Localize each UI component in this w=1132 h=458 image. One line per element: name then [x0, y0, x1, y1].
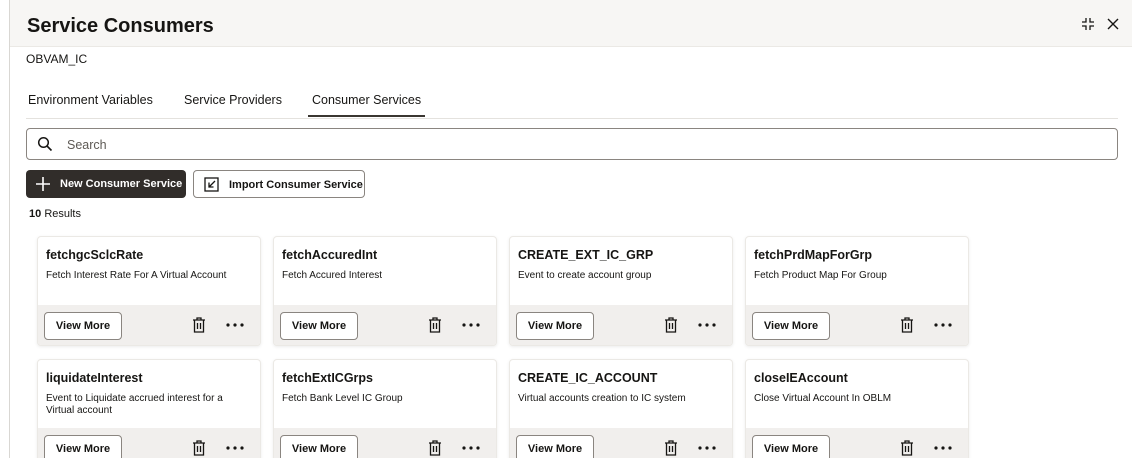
trash-icon[interactable]: [428, 440, 442, 456]
view-more-button[interactable]: View More: [516, 435, 594, 458]
trash-icon[interactable]: [664, 317, 678, 333]
search-box[interactable]: [26, 128, 1118, 160]
card-footer: View More: [746, 428, 968, 458]
left-border: [9, 0, 10, 458]
trash-icon[interactable]: [428, 317, 442, 333]
card-footer: View More: [510, 305, 732, 345]
close-icon[interactable]: [1105, 16, 1121, 32]
trash-icon[interactable]: [192, 317, 206, 333]
new-consumer-service-label: New Consumer Service: [60, 178, 183, 190]
card-description: Fetch Bank Level IC Group: [282, 393, 403, 404]
card-footer: View More: [746, 305, 968, 345]
service-card: fetchExtICGrps Fetch Bank Level IC Group…: [273, 359, 497, 458]
search-icon: [37, 136, 53, 152]
view-more-button[interactable]: View More: [280, 435, 358, 458]
card-description: Event to Liquidate accrued interest for …: [46, 393, 223, 416]
card-footer: View More: [274, 428, 496, 458]
trash-icon[interactable]: [664, 440, 678, 456]
card-footer: View More: [38, 305, 260, 345]
more-icon[interactable]: [934, 446, 952, 450]
plus-icon: [36, 177, 50, 191]
card-description: Close Virtual Account In OBLM: [754, 393, 892, 404]
more-icon[interactable]: [698, 323, 716, 327]
import-icon: [204, 177, 219, 192]
search-input[interactable]: [67, 135, 1107, 155]
results-label: Results: [44, 208, 81, 220]
tab-divider: [26, 118, 1118, 119]
card-description: Fetch Accured Interest: [282, 270, 383, 281]
subtitle: OBVAM_IC: [26, 52, 88, 66]
service-card: fetchgcSclcRate Fetch Interest Rate For …: [37, 236, 261, 346]
card-title: fetchAccuredInt: [282, 248, 378, 262]
view-more-button[interactable]: View More: [44, 312, 122, 340]
more-icon[interactable]: [462, 323, 480, 327]
service-card: closeIEAccount Close Virtual Account In …: [745, 359, 969, 458]
card-title: fetchPrdMapForGrp: [754, 248, 873, 262]
maximize-icon[interactable]: [1080, 16, 1096, 32]
trash-icon[interactable]: [900, 440, 914, 456]
card-title: fetchgcSclcRate: [46, 248, 144, 262]
service-card: liquidateInterest Event to Liquidate acc…: [37, 359, 261, 458]
view-more-button[interactable]: View More: [280, 312, 358, 340]
results-count: 10 Results: [29, 208, 81, 220]
card-description: Fetch Product Map For Group: [754, 270, 887, 281]
new-consumer-service-button[interactable]: New Consumer Service: [26, 170, 186, 198]
view-more-button[interactable]: View More: [752, 312, 830, 340]
card-title: fetchExtICGrps: [282, 371, 373, 385]
service-card: fetchPrdMapForGrp Fetch Product Map For …: [745, 236, 969, 346]
view-more-button[interactable]: View More: [516, 312, 594, 340]
card-title: liquidateInterest: [46, 371, 143, 385]
more-icon[interactable]: [934, 323, 952, 327]
more-icon[interactable]: [698, 446, 716, 450]
trash-icon[interactable]: [192, 440, 206, 456]
service-card: CREATE_EXT_IC_GRP Event to create accoun…: [509, 236, 733, 346]
trash-icon[interactable]: [900, 317, 914, 333]
results-number: 10: [29, 208, 42, 220]
card-grid: fetchgcSclcRate Fetch Interest Rate For …: [37, 236, 977, 458]
card-description: Fetch Interest Rate For A Virtual Accoun…: [46, 270, 227, 281]
more-icon[interactable]: [226, 446, 244, 450]
more-icon[interactable]: [462, 446, 480, 450]
import-consumer-service-label: Import Consumer Service: [229, 179, 363, 191]
card-title: CREATE_EXT_IC_GRP: [518, 248, 654, 262]
tab-consumer-services[interactable]: Consumer Services: [307, 93, 426, 117]
service-card: fetchAccuredInt Fetch Accured Interest V…: [273, 236, 497, 346]
card-footer: View More: [38, 428, 260, 458]
page-title: Service Consumers: [27, 15, 214, 37]
card-footer: View More: [510, 428, 732, 458]
view-more-button[interactable]: View More: [752, 435, 830, 458]
tab-environment-variables[interactable]: Environment Variables: [28, 93, 153, 107]
card-footer: View More: [274, 305, 496, 345]
more-icon[interactable]: [226, 323, 244, 327]
view-more-button[interactable]: View More: [44, 435, 122, 458]
card-title: CREATE_IC_ACCOUNT: [518, 371, 658, 385]
card-title: closeIEAccount: [754, 371, 848, 385]
service-card: CREATE_IC_ACCOUNT Virtual accounts creat…: [509, 359, 733, 458]
import-consumer-service-button[interactable]: Import Consumer Service: [193, 170, 365, 198]
page-header: Service Consumers: [10, 0, 1132, 47]
card-description: Event to create account group: [518, 270, 652, 281]
card-description: Virtual accounts creation to IC system: [518, 393, 686, 404]
tab-service-providers[interactable]: Service Providers: [184, 93, 282, 107]
